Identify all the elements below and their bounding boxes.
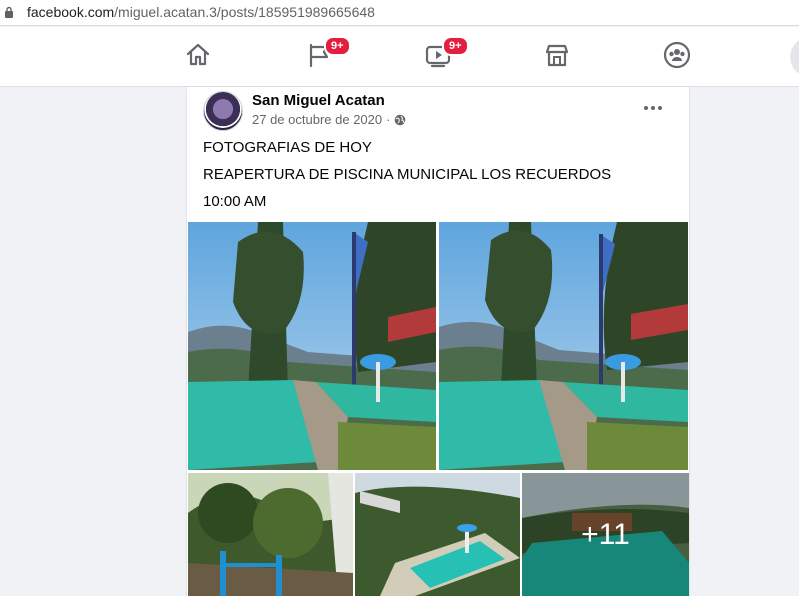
pool-photo [439, 222, 688, 470]
nav-marketplace[interactable] [543, 41, 573, 71]
more-dots-icon [644, 106, 662, 110]
post-text-line: 10:00 AM [203, 193, 267, 210]
url-domain: facebook.com [27, 4, 115, 20]
notification-badge: 9+ [442, 36, 469, 56]
post-photo-5[interactable]: +11 [522, 473, 689, 596]
more-options-button[interactable] [643, 99, 663, 117]
url-text[interactable]: facebook.com/miguel.acatan.3/posts/18595… [27, 4, 375, 20]
nav-pages[interactable]: 9+ [306, 36, 351, 71]
forest-photo [188, 473, 353, 596]
post-text-line: REAPERTURA DE PISCINA MUNICIPAL LOS RECU… [203, 166, 612, 183]
home-icon [186, 43, 210, 66]
separator-dot: · [386, 112, 391, 127]
avatar[interactable] [203, 91, 243, 131]
post-photo-3[interactable] [188, 473, 353, 596]
post-photo-4[interactable] [355, 473, 520, 596]
browser-url-bar[interactable]: facebook.com/miguel.acatan.3/posts/18595… [0, 0, 799, 26]
post-card: San Miguel Acatan 27 de octubre de 2020 … [187, 87, 689, 596]
nav-home[interactable] [184, 41, 214, 71]
more-photos-overlay[interactable]: +11 [522, 473, 689, 596]
groups-icon [663, 41, 691, 69]
notification-badge: 9+ [324, 36, 351, 56]
lock-icon [4, 6, 14, 24]
pool-photo [188, 222, 436, 470]
url-path: /miguel.acatan.3/posts/185951989665648 [114, 4, 375, 20]
post-photo-2[interactable] [439, 222, 688, 470]
post-date[interactable]: 27 de octubre de 2020 [252, 112, 382, 127]
pool-photo [355, 473, 520, 596]
marketplace-icon [545, 44, 569, 67]
top-navigation: 9+ 9+ [0, 27, 799, 87]
post-author[interactable]: San Miguel Acatan [252, 92, 385, 109]
globe-icon [395, 114, 406, 125]
account-button[interactable] [790, 37, 799, 77]
nav-watch[interactable]: 9+ [424, 36, 469, 71]
post-photo-1[interactable] [188, 222, 436, 470]
post-text-line: FOTOGRAFIAS DE HOY [203, 139, 372, 156]
post-meta: 27 de octubre de 2020 · [252, 112, 406, 127]
nav-groups[interactable] [663, 41, 693, 71]
